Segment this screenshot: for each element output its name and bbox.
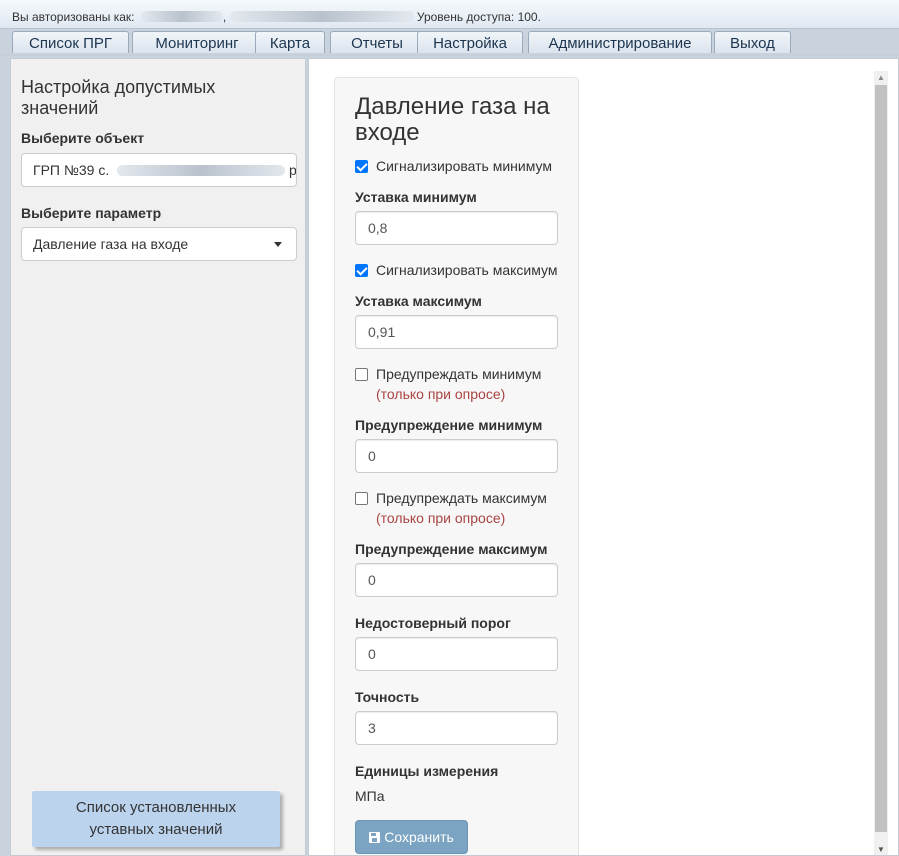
- signal-max-row: Сигнализировать максимум: [355, 262, 557, 278]
- redacted-object-name: [117, 165, 286, 176]
- units-label: Единицы измерения: [355, 763, 499, 779]
- warn-max-checkbox[interactable]: [355, 492, 368, 505]
- setpoint-min-input[interactable]: [355, 211, 558, 245]
- signal-min-row: Сигнализировать минимум: [355, 158, 552, 174]
- setpoint-min-label: Уставка минимум: [355, 189, 477, 205]
- tabs-divider: [0, 54, 899, 56]
- parameter-title: Давление газа на входе: [355, 93, 550, 146]
- warn-min-label: Предупреждение минимум: [355, 417, 543, 433]
- top-bar: Вы авторизованы как: , Уровень доступа: …: [0, 0, 899, 29]
- warn-min-row: Предупреждать минимум: [355, 366, 541, 382]
- settings-content: Давление газа на входе Сигнализировать м…: [308, 58, 899, 856]
- scrollbar-thumb[interactable]: [875, 85, 887, 832]
- parameter-settings-card: Давление газа на входе Сигнализировать м…: [334, 77, 579, 855]
- scroll-down-arrow-icon[interactable]: ▼: [877, 846, 885, 854]
- precision-input[interactable]: [355, 711, 558, 745]
- unreliable-threshold-input[interactable]: [355, 637, 558, 671]
- tab-monitoring[interactable]: Мониторинг: [132, 31, 262, 53]
- auth-info: Вы авторизованы как: , Уровень доступа: …: [12, 10, 541, 24]
- object-select[interactable]: ГРП №39 с. р: [21, 153, 297, 187]
- object-select-value: ГРП №39 с.: [33, 162, 110, 178]
- warn-min-note: (только при опросе): [376, 386, 506, 402]
- sidebar-title: Настройка допустимых значений: [21, 77, 216, 118]
- chevron-down-icon: [274, 242, 282, 247]
- parameter-select[interactable]: Давление газа на входе: [21, 227, 297, 261]
- access-level: Уровень доступа: 100.: [416, 10, 541, 24]
- parameter-label: Выберите параметр: [21, 205, 162, 221]
- setpoint-max-label: Уставка максимум: [355, 293, 482, 309]
- signal-max-checkbox[interactable]: [355, 264, 368, 277]
- warn-min-input[interactable]: [355, 439, 558, 473]
- settings-sidebar: Настройка допустимых значений Выберите о…: [10, 58, 306, 856]
- warn-min-checkbox[interactable]: [355, 368, 368, 381]
- tab-prg-list[interactable]: Список ПРГ: [12, 31, 129, 53]
- tab-settings[interactable]: Настройка: [417, 31, 523, 53]
- redacted-username: [140, 11, 223, 22]
- signal-max-label: Сигнализировать максимум: [376, 262, 558, 278]
- signal-min-checkbox[interactable]: [355, 160, 368, 173]
- signal-min-label: Сигнализировать минимум: [376, 158, 552, 174]
- setpoint-max-input[interactable]: [355, 315, 558, 349]
- auth-prefix: Вы авторизованы как:: [12, 10, 135, 24]
- object-select-value-tail: р: [289, 162, 297, 178]
- tab-logout[interactable]: Выход: [714, 31, 791, 53]
- scroll-up-arrow-icon[interactable]: ▲: [877, 74, 885, 82]
- warn-max-input[interactable]: [355, 563, 558, 597]
- parameter-select-value: Давление газа на входе: [33, 236, 189, 252]
- vertical-scrollbar[interactable]: ▲ ▼: [874, 71, 888, 855]
- tab-reports[interactable]: Отчеты: [330, 31, 424, 53]
- save-label: Сохранить: [384, 829, 454, 845]
- setpoints-list-label: Список установленных уставных значений: [75, 799, 237, 838]
- warn-max-label: Предупреждение максимум: [355, 541, 548, 557]
- save-icon: [369, 832, 381, 843]
- precision-label: Точность: [355, 689, 420, 705]
- setpoints-list-button[interactable]: Список установленных уставных значений: [32, 791, 280, 847]
- units-value: МПа: [355, 788, 385, 804]
- warn-max-check-label: Предупреждать максимум: [376, 490, 547, 506]
- save-button[interactable]: Сохранить: [355, 820, 468, 854]
- unreliable-threshold-label: Недостоверный порог: [355, 615, 511, 631]
- tab-administration[interactable]: Администрирование: [528, 31, 712, 53]
- redacted-organization: [229, 11, 414, 22]
- warn-max-note: (только при опросе): [376, 510, 506, 526]
- object-label: Выберите объект: [21, 130, 145, 146]
- tab-map[interactable]: Карта: [255, 31, 325, 53]
- warn-max-row: Предупреждать максимум: [355, 490, 547, 506]
- warn-min-check-label: Предупреждать минимум: [376, 366, 542, 382]
